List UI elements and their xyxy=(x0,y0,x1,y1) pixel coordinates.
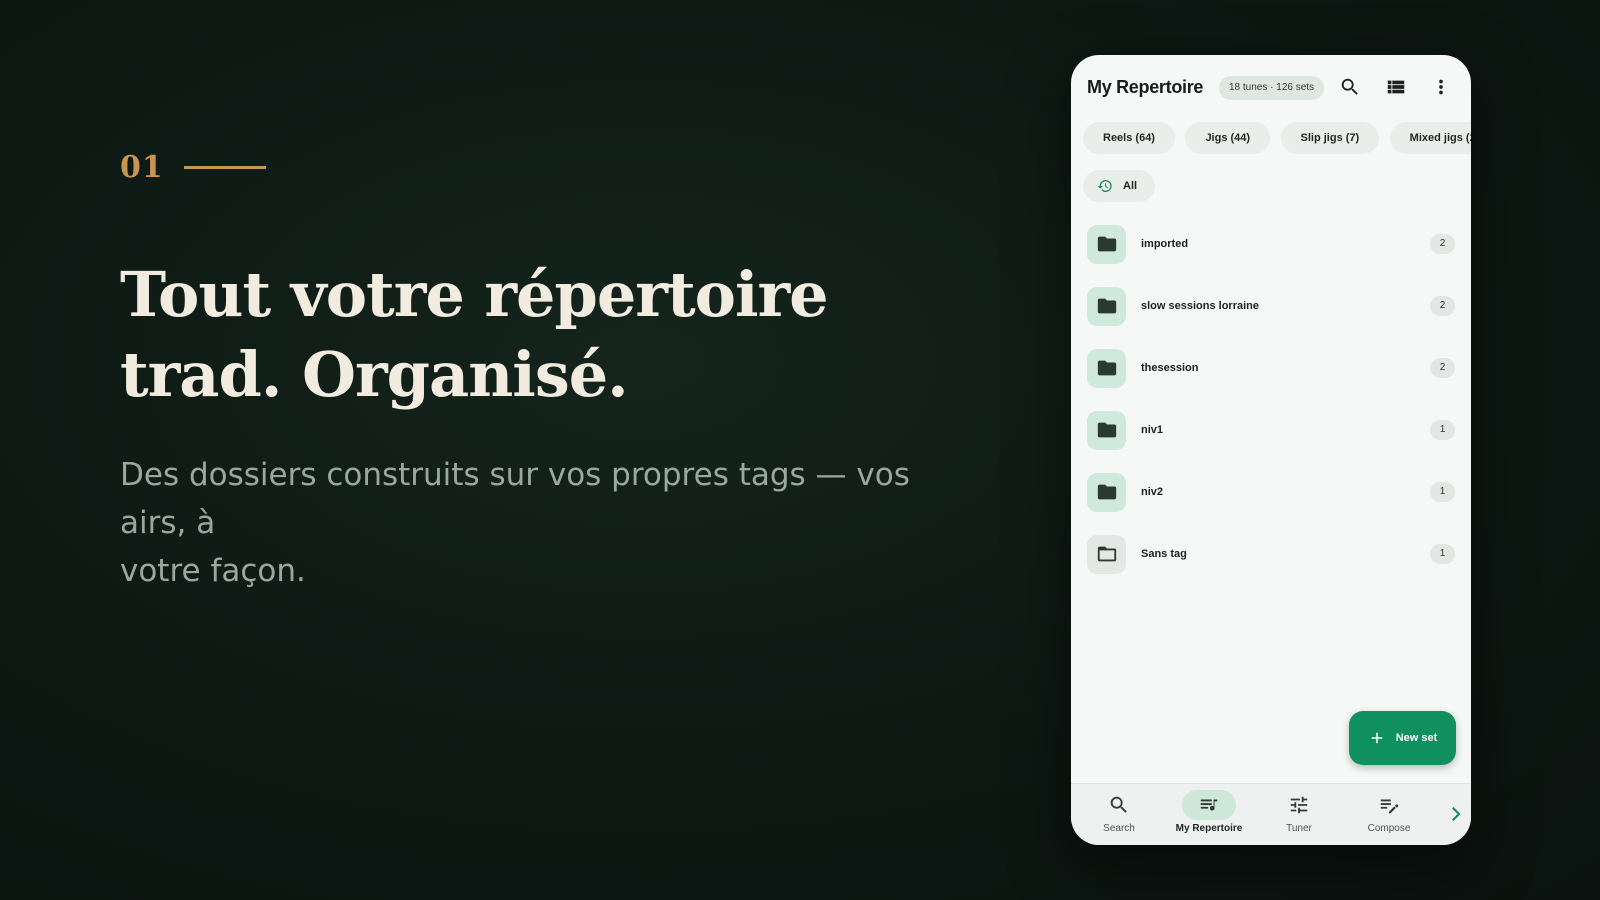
folder-label: niv1 xyxy=(1141,424,1164,436)
tune-icon xyxy=(1290,796,1308,814)
chip-jigs[interactable]: Jigs (44) xyxy=(1185,122,1271,154)
folder-icon xyxy=(1087,286,1126,326)
edit-note-icon xyxy=(1380,799,1399,814)
headline-line-2: trad. Organisé. xyxy=(120,338,629,411)
nav-tuner[interactable]: Tuner xyxy=(1255,790,1343,834)
all-chip-label: All xyxy=(1123,180,1138,192)
subtitle-line-2: votre façon. xyxy=(120,553,306,589)
hero-section: 01 Tout votre répertoire trad. Organisé.… xyxy=(120,150,980,595)
list-item[interactable]: slow sessions lorraine 2 xyxy=(1071,275,1471,337)
hero-headline: Tout votre répertoire trad. Organisé. xyxy=(120,255,980,415)
nav-my-repertoire[interactable]: My Repertoire xyxy=(1165,790,1253,834)
bottom-navigation: Search My Repertoire Tuner Compose xyxy=(1071,783,1471,845)
chip-slip-jigs[interactable]: Slip jigs (7) xyxy=(1280,122,1380,154)
list-item[interactable]: niv2 1 xyxy=(1071,461,1471,523)
nav-compose-label: Compose xyxy=(1367,823,1411,834)
list-item[interactable]: imported 2 xyxy=(1071,213,1471,275)
repertoire-count-badge: 18 tunes · 126 sets xyxy=(1219,76,1325,100)
list-item[interactable]: Sans tag 1 xyxy=(1071,523,1471,585)
nav-compose[interactable]: Compose xyxy=(1345,790,1433,834)
chip-mixed-jigs[interactable]: Mixed jigs (2) xyxy=(1389,122,1471,154)
folder-icon xyxy=(1087,410,1126,450)
all-filter-chip[interactable]: All xyxy=(1083,170,1156,202)
folder-label: niv2 xyxy=(1141,486,1164,498)
history-icon xyxy=(1097,179,1112,192)
list-view-icon[interactable] xyxy=(1383,74,1409,100)
eyebrow-divider xyxy=(183,166,266,169)
folder-count-badge: 1 xyxy=(1430,420,1455,440)
phone-screen: My Repertoire 18 tunes · 126 sets Reels … xyxy=(1071,55,1471,845)
folder-count-badge: 1 xyxy=(1430,544,1455,564)
plus-icon xyxy=(1371,732,1382,744)
folder-count-badge: 2 xyxy=(1430,234,1455,254)
queue-music-icon xyxy=(1200,799,1218,811)
search-icon[interactable] xyxy=(1337,74,1363,100)
app-title: My Repertoire xyxy=(1087,77,1204,97)
folder-label: thesession xyxy=(1141,362,1199,374)
folder-icon xyxy=(1087,472,1126,512)
folder-list: imported 2 slow sessions lorraine 2 thes… xyxy=(1071,213,1471,585)
more-vert-icon[interactable] xyxy=(1428,74,1454,100)
section-number: 01 xyxy=(120,150,164,185)
folder-count-badge: 2 xyxy=(1430,296,1455,316)
nav-tuner-label: Tuner xyxy=(1286,823,1312,834)
nav-search[interactable]: Search xyxy=(1075,790,1163,834)
headline-line-1: Tout votre répertoire xyxy=(120,258,829,331)
folder-label: imported xyxy=(1141,238,1189,250)
nav-search-label: Search xyxy=(1103,823,1135,834)
folder-icon xyxy=(1087,224,1126,264)
folder-outline-icon xyxy=(1087,534,1126,574)
chip-reels[interactable]: Reels (64) xyxy=(1083,122,1175,154)
list-item[interactable]: niv1 1 xyxy=(1071,399,1471,461)
category-chips: Reels (64) Jigs (44) Slip jigs (7) Mixed… xyxy=(1083,122,1471,156)
subtitle-line-1: Des dossiers construits sur vos propres … xyxy=(120,457,910,541)
search-icon xyxy=(1110,796,1127,813)
chevron-right-icon[interactable] xyxy=(1449,804,1465,824)
folder-label: slow sessions lorraine xyxy=(1141,300,1259,312)
hero-subtitle: Des dossiers construits sur vos propres … xyxy=(120,451,980,595)
folder-count-badge: 1 xyxy=(1430,482,1455,502)
nav-my-repertoire-label: My Repertoire xyxy=(1175,823,1243,834)
folder-count-badge: 2 xyxy=(1430,358,1455,378)
list-item[interactable]: thesession 2 xyxy=(1071,337,1471,399)
folder-icon xyxy=(1087,348,1126,388)
new-set-label: New set xyxy=(1395,732,1438,744)
section-eyebrow: 01 xyxy=(120,150,980,185)
folder-label: Sans tag xyxy=(1141,548,1187,560)
new-set-button[interactable]: New set xyxy=(1349,711,1456,765)
app-top-bar: My Repertoire 18 tunes · 126 sets xyxy=(1071,55,1471,119)
